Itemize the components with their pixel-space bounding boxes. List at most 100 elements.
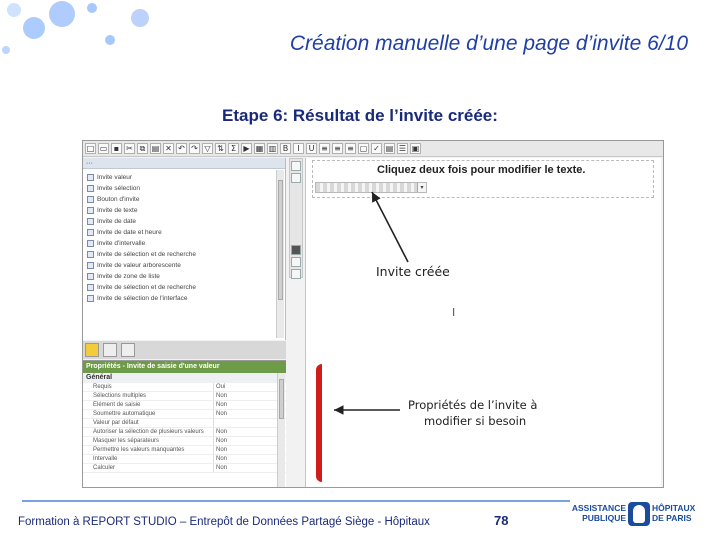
sort-icon[interactable]: ⇅ (215, 143, 226, 154)
bold-icon[interactable]: B (280, 143, 291, 154)
property-row[interactable]: Élément de saisie Non (83, 401, 286, 410)
grid-icon[interactable]: ▤ (384, 143, 395, 154)
italic-icon[interactable]: I (293, 143, 304, 154)
align-center-icon[interactable]: ≡ (332, 143, 343, 154)
delete-icon[interactable]: ✕ (163, 143, 174, 154)
property-row[interactable]: Intervalle Non (83, 455, 286, 464)
border-icon[interactable]: ▢ (358, 143, 369, 154)
insertable-objects-panel: ··· Invite valeur Invite sélection Bouto… (83, 158, 286, 340)
object-icon (87, 262, 94, 269)
slide-subtitle: Etape 6: Résultat de l’invite créée: (222, 106, 498, 125)
property-row[interactable]: Permettre les valeurs manquantes Non (83, 446, 286, 455)
toolbox-tab-icon[interactable] (121, 343, 135, 357)
page-explorer-icon[interactable] (291, 161, 301, 171)
underline-icon[interactable]: U (306, 143, 317, 154)
page-header-area: Cliquez deux fois pour modifier le texte… (312, 160, 654, 198)
list-item[interactable]: Invite de valeur arborescente (87, 260, 273, 271)
list-item[interactable]: Invite de sélection et de recherche (87, 282, 273, 293)
object-icon (87, 174, 94, 181)
object-icon (87, 218, 94, 225)
logo-left-text: ASSISTANCE PUBLIQUE (571, 503, 626, 523)
align-left-icon[interactable]: ≡ (319, 143, 330, 154)
open-icon[interactable]: ▭ (98, 143, 109, 154)
object-icon (87, 295, 94, 302)
properties-header: Propriétés - Invite de saisie d'une vale… (83, 361, 286, 373)
object-icon (87, 229, 94, 236)
explorer-strip (289, 158, 303, 279)
aphp-logo: ASSISTANCE PUBLIQUE HÔPITAUX DE PARIS (570, 500, 710, 530)
object-icon (87, 251, 94, 258)
canvas-title-text[interactable]: Cliquez deux fois pour modifier le texte… (377, 164, 585, 176)
table-icon[interactable]: ▦ (254, 143, 265, 154)
annotation-prompt-created: Invite créée (376, 264, 450, 279)
slide-title: Création manuelle d’une page d’invite 6/… (289, 32, 688, 55)
list-item[interactable]: Invite de date (87, 216, 273, 227)
panel-tabs (83, 341, 286, 359)
check-icon[interactable]: ✓ (371, 143, 382, 154)
page-number: 78 (494, 513, 509, 528)
data-items-tab-icon[interactable] (103, 343, 117, 357)
list-item[interactable]: Invite de zone de liste (87, 271, 273, 282)
property-row[interactable]: Calculer Non (83, 464, 286, 473)
query-explorer-icon[interactable] (291, 173, 301, 183)
object-icon (87, 207, 94, 214)
paste-icon[interactable]: ▤ (150, 143, 161, 154)
list-item[interactable]: Invite de sélection de l'interface (87, 293, 273, 304)
list-item[interactable]: Invite de date et heure (87, 227, 273, 238)
footer-text: Formation à REPORT STUDIO – Entrepôt de … (18, 516, 430, 528)
logo-mark-icon (628, 502, 650, 526)
insertable-objects-tab-icon[interactable] (85, 343, 99, 357)
summary-icon[interactable]: Σ (228, 143, 239, 154)
panel-header: ··· (83, 158, 285, 169)
object-icon (87, 240, 94, 247)
save-icon[interactable]: ▪ (111, 143, 122, 154)
scrollbar-thumb[interactable] (278, 180, 283, 300)
list-item[interactable]: Invite sélection (87, 183, 273, 194)
property-row[interactable]: Soumettre automatique Non (83, 410, 286, 419)
object-icon (87, 284, 94, 291)
object-icon (87, 185, 94, 192)
properties-scrollbar[interactable] (277, 373, 285, 487)
report-studio-screenshot: □ ▭ ▪ ✂ ⧉ ▤ ✕ ↶ ↷ ▽ ⇅ Σ ▶ ▦ ▥ B I U ≡ ≡ … (82, 140, 664, 488)
properties-icon[interactable]: ▣ (410, 143, 421, 154)
list-item[interactable]: Bouton d'invite (87, 194, 273, 205)
filter-icon[interactable]: ▽ (202, 143, 213, 154)
text-cursor-icon: I (452, 306, 456, 319)
chevron-down-icon[interactable]: ▾ (417, 183, 426, 192)
property-row[interactable]: Requis Oui (83, 383, 286, 392)
prompt-page-canvas[interactable]: Cliquez deux fois pour modifier le texte… (305, 158, 661, 487)
annotation-properties-line2: modifier si besoin (424, 414, 527, 428)
properties-group-general[interactable]: Général (83, 373, 286, 383)
scrollbar-thumb[interactable] (279, 379, 284, 419)
chart-icon[interactable]: ▥ (267, 143, 278, 154)
copy-icon[interactable]: ⧉ (137, 143, 148, 154)
condition-explorer-icon[interactable] (291, 245, 301, 255)
insertable-objects-list: Invite valeur Invite sélection Bouton d'… (87, 172, 273, 304)
list-icon[interactable]: ☰ (397, 143, 408, 154)
property-row[interactable]: Masquer les séparateurs Non (83, 437, 286, 446)
list-item[interactable]: Invite de sélection et de recherche (87, 249, 273, 260)
prompt-input-placeholder (316, 183, 417, 192)
undo-icon[interactable]: ↶ (176, 143, 187, 154)
prompt-page-icon[interactable] (291, 269, 301, 279)
variable-icon[interactable] (291, 257, 301, 267)
properties-panel: Propriétés - Invite de saisie d'une vale… (83, 360, 286, 487)
list-item[interactable]: Invite d'intervalle (87, 238, 273, 249)
run-icon[interactable]: ▶ (241, 143, 252, 154)
object-icon (87, 196, 94, 203)
align-right-icon[interactable]: ≡ (345, 143, 356, 154)
property-row[interactable]: Sélections multiples Non (83, 392, 286, 401)
property-row[interactable]: Valeur par défaut (83, 419, 286, 428)
footer-rule (22, 500, 570, 502)
bracket-bar (316, 364, 322, 482)
list-item[interactable]: Invite de texte (87, 205, 273, 216)
object-icon (87, 273, 94, 280)
new-icon[interactable]: □ (85, 143, 96, 154)
redo-icon[interactable]: ↷ (189, 143, 200, 154)
property-row[interactable]: Autoriser la sélection de plusieurs vale… (83, 428, 286, 437)
main-toolbar: □ ▭ ▪ ✂ ⧉ ▤ ✕ ↶ ↷ ▽ ⇅ Σ ▶ ▦ ▥ B I U ≡ ≡ … (83, 141, 663, 157)
value-prompt-control[interactable]: ▾ (315, 182, 427, 193)
objects-scrollbar[interactable] (276, 170, 284, 338)
list-item[interactable]: Invite valeur (87, 172, 273, 183)
cut-icon[interactable]: ✂ (124, 143, 135, 154)
